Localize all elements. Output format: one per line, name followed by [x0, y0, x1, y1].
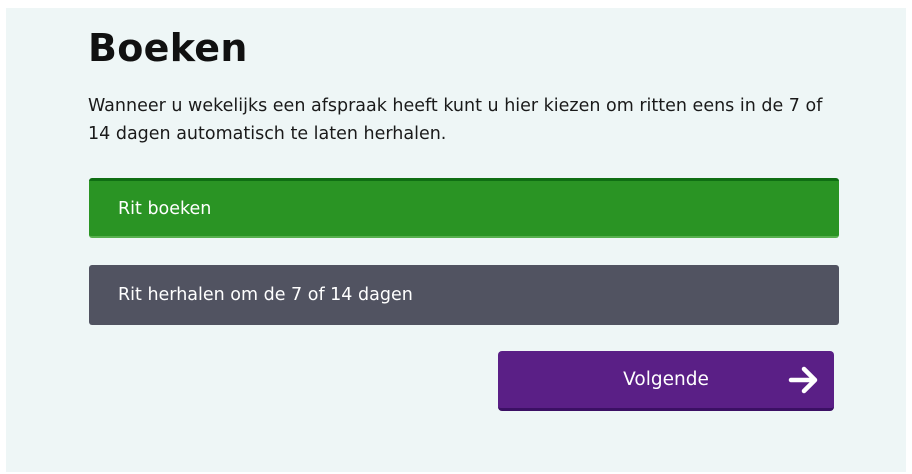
arrow-right-icon	[788, 366, 818, 394]
option-label: Rit herhalen om de 7 of 14 dagen	[118, 285, 413, 305]
option-rit-boeken[interactable]: Rit boeken	[89, 178, 839, 238]
page-description: Wanneer u wekelijks een afspraak heeft k…	[88, 96, 823, 144]
option-rit-herhalen[interactable]: Rit herhalen om de 7 of 14 dagen	[89, 265, 839, 325]
next-button[interactable]: Volgende	[498, 351, 834, 411]
page-title: Boeken	[88, 26, 248, 70]
option-label: Rit boeken	[118, 198, 212, 219]
next-button-label: Volgende	[623, 369, 709, 390]
